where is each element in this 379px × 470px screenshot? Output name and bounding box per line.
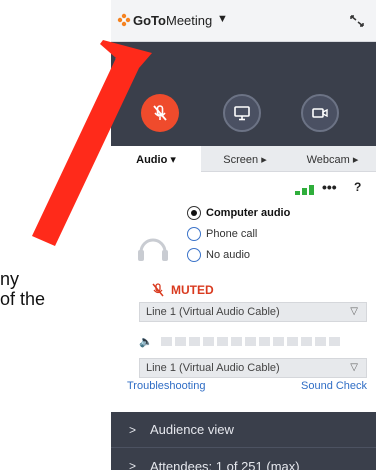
mic-level-meter: 🔈	[139, 335, 340, 348]
app-title-goto: GoTo	[133, 13, 166, 28]
muted-label: MUTED	[171, 283, 214, 297]
overlay-text-line2: of the	[0, 289, 46, 309]
session-info-text: ing:	[115, 57, 133, 69]
gotomeeting-control-panel: GoToMeeting ▼ ing: Audio ▾ Screen ▸ Webc…	[111, 0, 376, 470]
share-screen-button[interactable]	[223, 94, 261, 132]
audience-view-label: Audience view	[150, 422, 234, 437]
option-phone-call-label: Phone call	[206, 228, 258, 240]
speaker-select[interactable]: Line 1 (Virtual Audio Cable) ▽	[139, 358, 367, 378]
option-no-audio-label: No audio	[206, 249, 251, 261]
tab-audio[interactable]: Audio ▾	[111, 146, 201, 172]
chevron-right-icon: >	[129, 422, 137, 437]
microphone-select[interactable]: Line 1 (Virtual Audio Cable) ▽	[139, 302, 367, 322]
title-bar: GoToMeeting ▼	[111, 0, 376, 42]
session-info-strip: ing:	[111, 42, 376, 82]
microphone-muted-icon	[153, 105, 167, 121]
media-tabs: Audio ▾ Screen ▸ Webcam ▸	[111, 146, 376, 172]
tab-screen[interactable]: Screen ▸	[201, 146, 289, 172]
app-menu-caret-icon[interactable]: ▼	[217, 13, 228, 25]
chevron-down-icon: ▽	[350, 362, 358, 373]
volume-icon: 🔈	[139, 335, 153, 348]
muted-status: MUTED	[151, 281, 214, 299]
help-icon[interactable]: ?	[354, 180, 361, 194]
audience-view-row[interactable]: > Audience view	[111, 412, 376, 448]
expand-icon[interactable]	[349, 14, 365, 28]
radio-no-audio[interactable]	[187, 248, 201, 262]
webcam-icon	[312, 108, 328, 118]
speaker-select-value: Line 1 (Virtual Audio Cable)	[146, 362, 280, 374]
attendees-row[interactable]: > Attendees: 1 of 251 (max)	[111, 448, 376, 470]
media-controls	[111, 82, 376, 146]
audio-settings-panel: ••• ? Computer audio Phone call No audio	[111, 172, 376, 400]
chevron-down-icon: ▽	[350, 306, 358, 317]
overlay-text-line1: ny	[0, 269, 20, 289]
option-computer-audio-label: Computer audio	[206, 207, 291, 219]
mute-microphone-button[interactable]	[141, 94, 179, 132]
webcam-button[interactable]	[301, 94, 339, 132]
microphone-select-value: Line 1 (Virtual Audio Cable)	[146, 306, 280, 318]
connection-signal-icon	[295, 185, 314, 195]
microphone-muted-small-icon	[152, 283, 164, 297]
gotomeeting-logo-icon	[117, 13, 131, 27]
radio-phone-call[interactable]	[187, 227, 201, 241]
option-no-audio[interactable]: No audio	[187, 246, 250, 264]
radio-computer-audio[interactable]	[187, 206, 201, 220]
headset-icon	[138, 238, 168, 261]
sound-check-link[interactable]: Sound Check	[301, 380, 367, 392]
attendees-label: Attendees: 1 of 251 (max)	[150, 458, 300, 470]
tab-webcam[interactable]: Webcam ▸	[289, 146, 376, 172]
level-bar	[160, 336, 340, 346]
more-options-icon[interactable]: •••	[322, 179, 337, 195]
screen-icon	[234, 106, 250, 121]
app-title[interactable]: GoToMeeting	[133, 13, 212, 28]
troubleshooting-link[interactable]: Troubleshooting	[127, 380, 205, 392]
option-computer-audio[interactable]: Computer audio	[187, 204, 290, 222]
option-phone-call[interactable]: Phone call	[187, 225, 257, 243]
app-title-meeting: Meeting	[165, 13, 213, 28]
chevron-right-icon: >	[129, 459, 137, 470]
